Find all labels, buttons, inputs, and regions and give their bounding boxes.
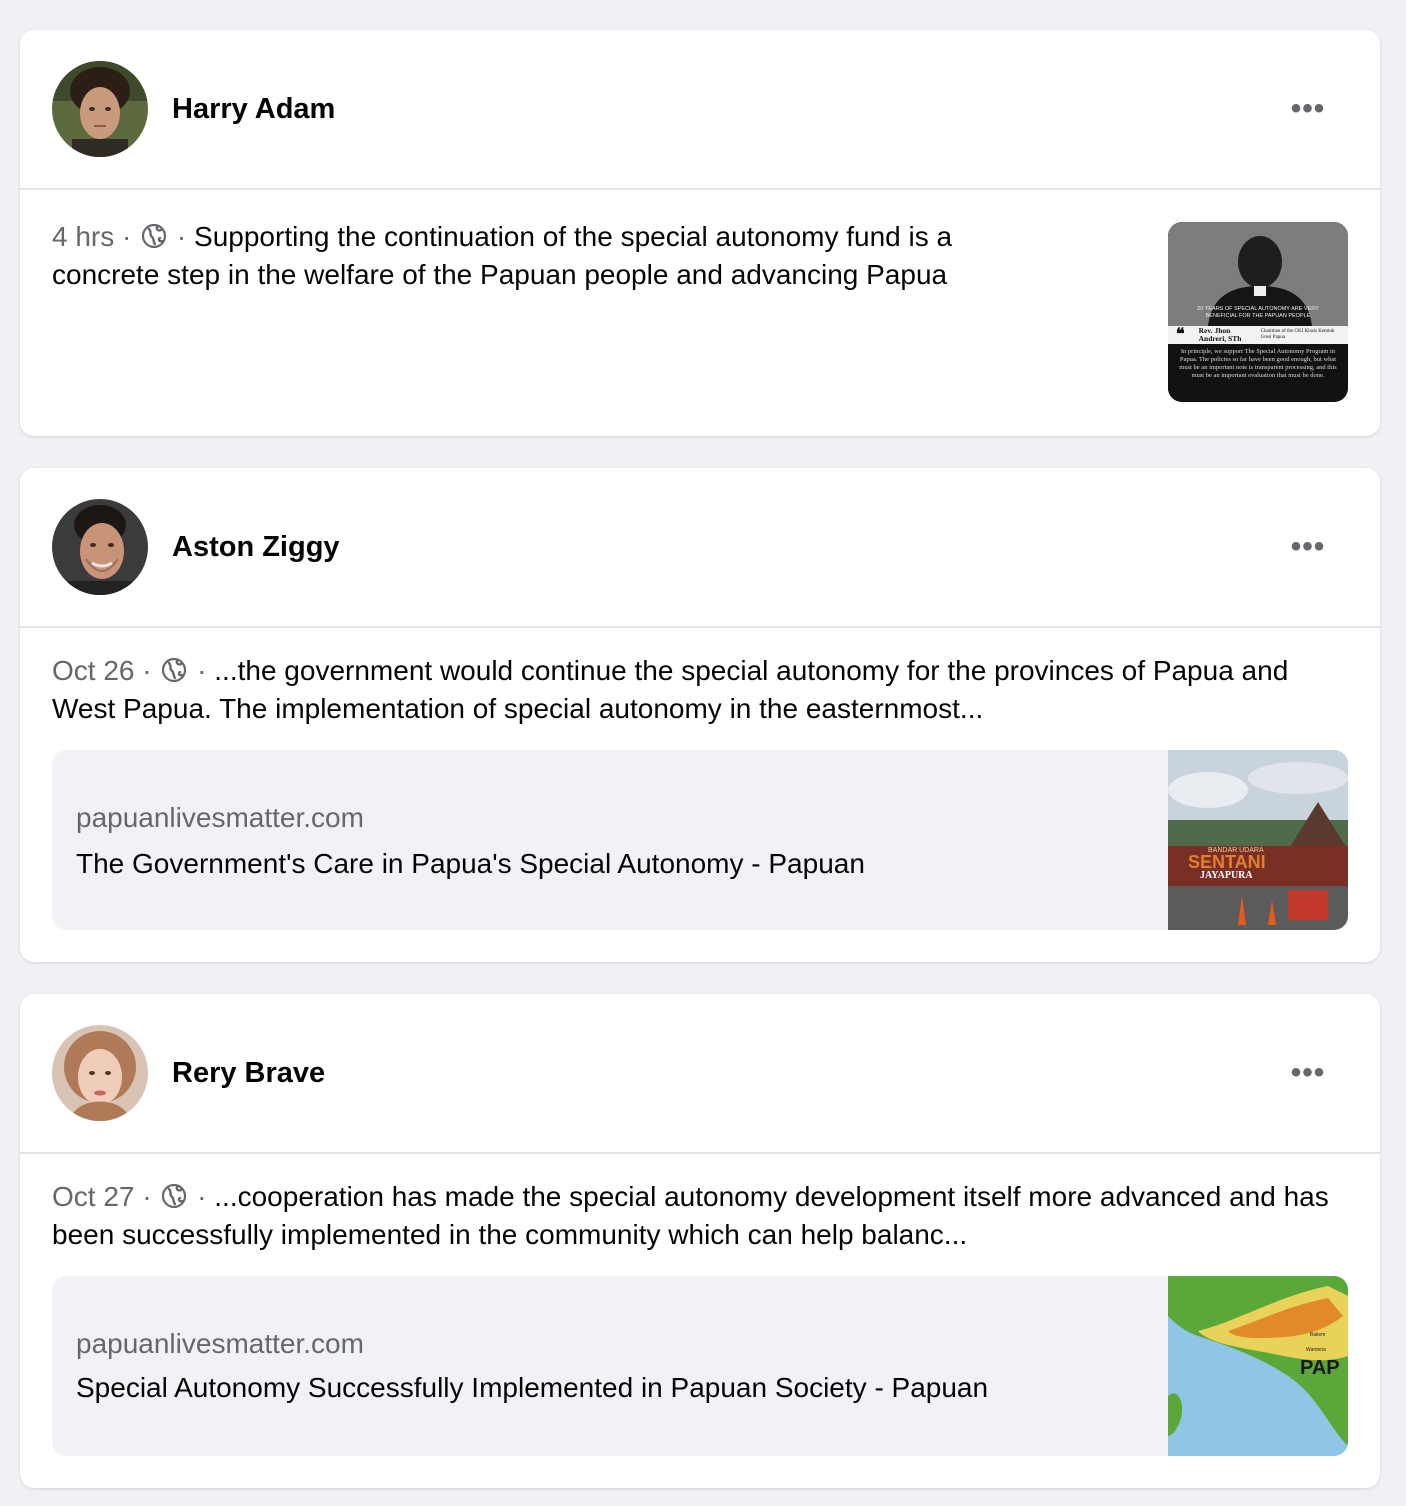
author-name[interactable]: Harry Adam: [172, 93, 335, 126]
post-header: Aston Ziggy •••: [20, 468, 1380, 628]
map-place-label: Wamena: [1306, 1347, 1326, 1353]
post-card: Rery Brave ••• Oct 27 · · ...cooperation…: [20, 994, 1380, 1488]
map-region-label: PAP: [1300, 1357, 1340, 1379]
thumbnail-name: Rev. Jhon Andreri, STh: [1198, 326, 1242, 343]
separator: ·: [122, 221, 132, 252]
author-name[interactable]: Aston Ziggy: [172, 531, 340, 564]
post-card: Harry Adam ••• 4 hrs · · Supporting the …: [20, 30, 1380, 436]
post-content: ...the government would continue the spe…: [52, 655, 1289, 724]
author-avatar[interactable]: [52, 499, 148, 595]
thumbnail-name-band: ❝ Rev. Jhon Andreri, STh Chairman of the…: [1168, 326, 1348, 344]
author-avatar[interactable]: [52, 61, 148, 157]
globe-icon[interactable]: [161, 1183, 187, 1209]
post-content: ...cooperation has made the special auto…: [52, 1181, 1329, 1250]
author-avatar[interactable]: [52, 1025, 148, 1121]
thumbnail-quote: In principle, we support The Special Aut…: [1168, 344, 1348, 402]
separator: ·: [176, 221, 187, 252]
more-horizontal-icon: •••: [1290, 1056, 1326, 1089]
link-preview[interactable]: papuanlivesmatter.com The Government's C…: [52, 750, 1348, 930]
thumbnail-heading: 20 YEARS OF SPECIAL AUTONOMY ARE VERY BE…: [1197, 306, 1319, 319]
quote-icon: ❝: [1176, 326, 1185, 343]
post-text-block: Oct 27 · · ...cooperation has made the s…: [52, 1178, 1348, 1254]
thumbnail-role: Chairman of the GKI Klasis Kemtuk Gresi …: [1260, 329, 1335, 340]
link-title[interactable]: Special Autonomy Successfully Implemente…: [76, 1368, 1144, 1408]
link-title[interactable]: The Government's Care in Papua's Special…: [76, 844, 1144, 884]
thumbnail-city-text: JAYAPURA: [1200, 870, 1253, 881]
post-text-block: 4 hrs · · Supporting the continuation of…: [52, 218, 1062, 294]
post-text-block: Oct 26 · · ...the government would conti…: [52, 652, 1348, 728]
separator: ·: [142, 1181, 152, 1212]
author-name[interactable]: Rery Brave: [172, 1057, 325, 1090]
separator: ·: [197, 655, 207, 686]
post-body: 4 hrs · · Supporting the continuation of…: [20, 190, 1380, 402]
link-domain: papuanlivesmatter.com: [76, 1328, 364, 1359]
globe-icon[interactable]: [161, 657, 187, 683]
thumbnail-big-text: SENTANI: [1188, 852, 1266, 872]
more-horizontal-icon: •••: [1290, 92, 1326, 125]
more-options-button[interactable]: •••: [1284, 89, 1332, 129]
news-feed: Harry Adam ••• 4 hrs · · Supporting the …: [0, 0, 1406, 1506]
more-horizontal-icon: •••: [1290, 530, 1326, 563]
post-timestamp[interactable]: Oct 26: [52, 655, 134, 686]
separator: ·: [197, 1181, 207, 1212]
link-preview[interactable]: papuanlivesmatter.com Special Autonomy S…: [52, 1276, 1348, 1456]
link-preview-text: papuanlivesmatter.com Special Autonomy S…: [52, 1276, 1168, 1456]
post-body: Oct 27 · · ...cooperation has made the s…: [20, 1154, 1380, 1488]
more-options-button[interactable]: •••: [1284, 527, 1332, 567]
post-timestamp[interactable]: Oct 27: [52, 1181, 134, 1212]
more-options-button[interactable]: •••: [1284, 1053, 1332, 1093]
link-thumbnail[interactable]: Baliem Wamena PAP: [1168, 1276, 1348, 1456]
globe-icon[interactable]: [141, 223, 167, 249]
link-thumbnail[interactable]: BANDAR UDARA SENTANI JAYAPURA: [1168, 750, 1348, 930]
post-body: Oct 26 · · ...the government would conti…: [20, 628, 1380, 962]
separator: ·: [142, 655, 152, 686]
post-card: Aston Ziggy ••• Oct 26 · · ...the govern…: [20, 468, 1380, 962]
post-header: Rery Brave •••: [20, 994, 1380, 1154]
post-image[interactable]: 20 YEARS OF SPECIAL AUTONOMY ARE VERY BE…: [1168, 222, 1348, 402]
link-preview-text: papuanlivesmatter.com The Government's C…: [52, 750, 1168, 930]
post-timestamp[interactable]: 4 hrs: [52, 221, 114, 252]
link-domain: papuanlivesmatter.com: [76, 802, 364, 833]
map-place-label: Baliem: [1310, 1332, 1325, 1338]
post-header: Harry Adam •••: [20, 30, 1380, 190]
